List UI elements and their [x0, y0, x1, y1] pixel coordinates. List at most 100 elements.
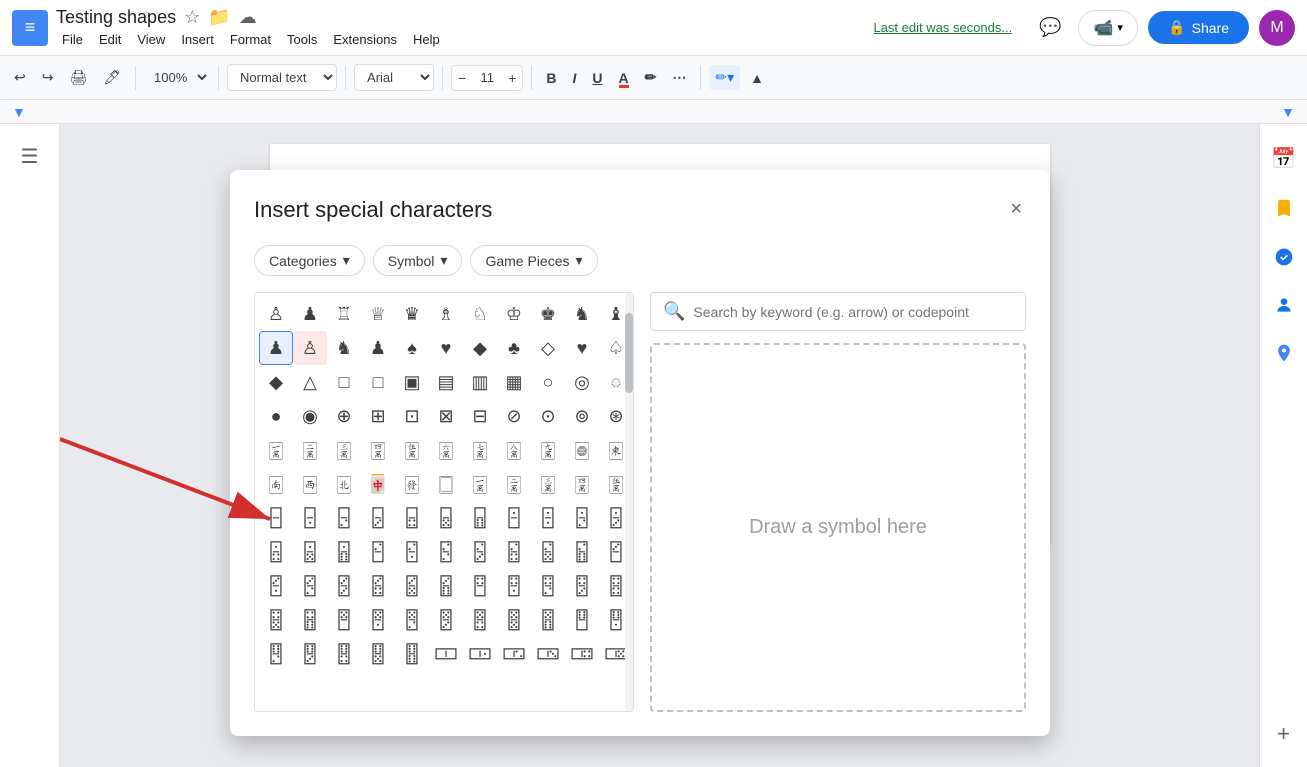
- grid-scrollbar[interactable]: [625, 293, 633, 711]
- star-icon[interactable]: ☆: [184, 7, 200, 28]
- symbol-filter-button[interactable]: Symbol ▾: [373, 245, 463, 276]
- user-avatar[interactable]: M: [1259, 10, 1295, 46]
- symbol-cell[interactable]: 🁬: [565, 501, 599, 535]
- symbol-cell[interactable]: 🁵: [497, 535, 531, 569]
- symbol-cell[interactable]: 🁻: [327, 569, 361, 603]
- undo-button[interactable]: ↩: [8, 65, 32, 90]
- symbol-cell[interactable]: ♟: [293, 297, 327, 331]
- symbol-cell[interactable]: 🂏: [259, 637, 293, 671]
- menu-file[interactable]: File: [56, 30, 89, 49]
- symbol-cell[interactable]: 🁹: [259, 569, 293, 603]
- symbol-cell[interactable]: ⊞: [361, 399, 395, 433]
- symbol-cell[interactable]: 🀊: [565, 467, 599, 501]
- dialog-close-button[interactable]: ×: [1006, 194, 1026, 225]
- keep-sidebar-button[interactable]: [1268, 193, 1300, 225]
- symbol-cell[interactable]: ●: [259, 399, 293, 433]
- symbol-cell[interactable]: 🁾: [429, 569, 463, 603]
- symbol-cell[interactable]: ♙: [259, 297, 293, 331]
- symbol-cell[interactable]: 🁪: [497, 501, 531, 535]
- symbol-cell[interactable]: ♟: [361, 331, 395, 365]
- symbol-cell[interactable]: ⊕: [327, 399, 361, 433]
- symbol-cell[interactable]: ⊚: [565, 399, 599, 433]
- symbol-cell[interactable]: 🁼: [361, 569, 395, 603]
- symbol-cell[interactable]: 🀄: [361, 467, 395, 501]
- symbol-cell[interactable]: 🀃: [327, 467, 361, 501]
- paint-format-button[interactable]: 🖊: [97, 65, 127, 90]
- highlight-button[interactable]: ✏: [639, 65, 663, 90]
- symbol-cell[interactable]: ◎: [565, 365, 599, 399]
- symbol-cell[interactable]: ♥: [429, 331, 463, 365]
- symbol-cell[interactable]: 🀈: [497, 467, 531, 501]
- comment-button[interactable]: 💬: [1032, 10, 1068, 46]
- symbol-cell[interactable]: 🁦: [361, 501, 395, 535]
- symbol-cell[interactable]: 🂄: [259, 603, 293, 637]
- symbol-cell[interactable]: 🀅: [395, 467, 429, 501]
- symbol-cell[interactable]: 🀊: [361, 433, 395, 467]
- symbol-cell[interactable]: 🀴: [531, 637, 565, 671]
- symbol-cell[interactable]: 🀌: [429, 433, 463, 467]
- symbol-cell[interactable]: 🂊: [463, 603, 497, 637]
- symbol-cell[interactable]: 🁱: [361, 535, 395, 569]
- symbol-cell[interactable]: 🂂: [565, 569, 599, 603]
- symbol-cell[interactable]: ♟: [259, 331, 293, 365]
- edit-pencil-button[interactable]: ✏▾: [709, 65, 740, 90]
- symbol-cell[interactable]: 🀎: [497, 433, 531, 467]
- symbol-cell[interactable]: 🂋: [497, 603, 531, 637]
- symbol-cell[interactable]: 🁽: [395, 569, 429, 603]
- symbol-cell[interactable]: ♕: [361, 297, 395, 331]
- contacts-sidebar-button[interactable]: [1268, 289, 1300, 321]
- share-button[interactable]: 🔒 Share: [1148, 11, 1249, 44]
- symbol-cell[interactable]: ♖: [327, 297, 361, 331]
- symbol-cell[interactable]: 🁧: [395, 501, 429, 535]
- symbol-cell[interactable]: ⊠: [429, 399, 463, 433]
- symbol-cell[interactable]: 🀲: [463, 637, 497, 671]
- symbol-cell[interactable]: 🂀: [497, 569, 531, 603]
- symbol-cell[interactable]: 🁯: [293, 535, 327, 569]
- symbol-cell[interactable]: 🁶: [531, 535, 565, 569]
- symbol-cell[interactable]: 🀇: [463, 467, 497, 501]
- tasks-sidebar-button[interactable]: [1268, 241, 1300, 273]
- symbol-cell[interactable]: 🁲: [395, 535, 429, 569]
- categories-filter-button[interactable]: Categories ▾: [254, 245, 365, 276]
- symbol-cell[interactable]: 🂈: [395, 603, 429, 637]
- symbol-cell[interactable]: ◆: [463, 331, 497, 365]
- symbol-cell[interactable]: 🂁: [531, 569, 565, 603]
- meet-button[interactable]: 📹 ▾: [1078, 10, 1138, 46]
- symbol-cell[interactable]: ♥: [565, 331, 599, 365]
- symbol-cell[interactable]: 🁥: [327, 501, 361, 535]
- add-sidebar-button[interactable]: +: [1277, 721, 1290, 747]
- symbol-cell[interactable]: □: [327, 365, 361, 399]
- search-input[interactable]: [693, 304, 1013, 320]
- symbol-cell[interactable]: ◉: [293, 399, 327, 433]
- symbol-cell[interactable]: 🂅: [293, 603, 327, 637]
- underline-button[interactable]: U: [586, 66, 608, 90]
- symbol-cell[interactable]: ⊡: [395, 399, 429, 433]
- symbol-cell[interactable]: □: [361, 365, 395, 399]
- outline-icon[interactable]: ☰: [21, 144, 39, 169]
- symbol-cell[interactable]: ♘: [463, 297, 497, 331]
- symbol-cell[interactable]: ⊘: [497, 399, 531, 433]
- symbol-cell[interactable]: 🂒: [361, 637, 395, 671]
- symbol-cell[interactable]: 🂍: [565, 603, 599, 637]
- symbol-cell[interactable]: 🀉: [327, 433, 361, 467]
- symbol-cell[interactable]: ♠: [395, 331, 429, 365]
- menu-view[interactable]: View: [131, 30, 171, 49]
- symbol-cell[interactable]: ♔: [497, 297, 531, 331]
- symbol-cell[interactable]: 🀋: [395, 433, 429, 467]
- symbol-cell[interactable]: 🀁: [259, 467, 293, 501]
- symbol-cell[interactable]: 🀍: [463, 433, 497, 467]
- symbol-cell[interactable]: 🂉: [429, 603, 463, 637]
- symbol-cell[interactable]: 🂐: [293, 637, 327, 671]
- cloud-icon[interactable]: ☁: [239, 7, 257, 28]
- symbol-cell[interactable]: ▤: [429, 365, 463, 399]
- maps-sidebar-button[interactable]: [1268, 337, 1300, 369]
- symbol-cell[interactable]: ♞: [327, 331, 361, 365]
- symbol-cell[interactable]: 🂑: [327, 637, 361, 671]
- font-size-input[interactable]: [472, 70, 502, 85]
- symbol-cell[interactable]: 🂌: [531, 603, 565, 637]
- symbol-cell[interactable]: 🁴: [463, 535, 497, 569]
- symbol-cell[interactable]: 🀙: [565, 433, 599, 467]
- symbol-cell[interactable]: ▦: [497, 365, 531, 399]
- symbol-cell[interactable]: 🂆: [327, 603, 361, 637]
- font-color-button[interactable]: A: [613, 66, 635, 90]
